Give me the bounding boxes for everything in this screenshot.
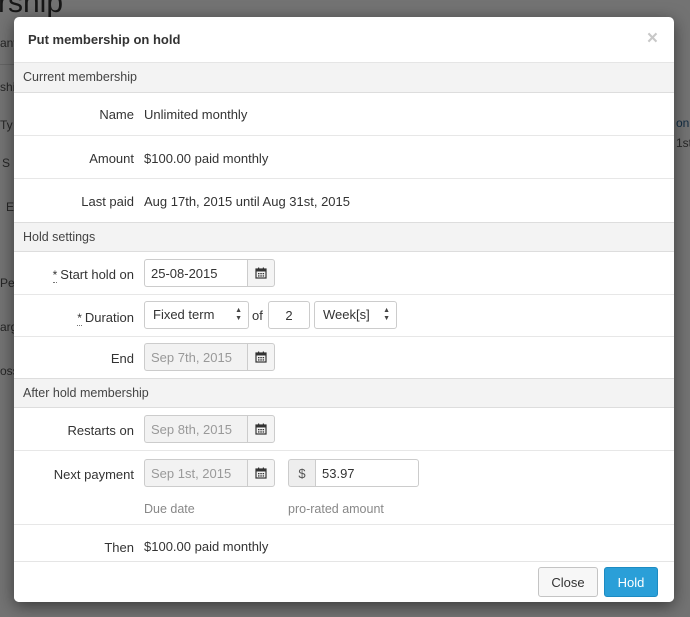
calendar-icon — [255, 351, 267, 363]
last-paid-label: Last paid — [81, 194, 134, 209]
end-label: End — [110, 351, 134, 366]
row-name: Name Unlimited monthly — [14, 93, 674, 136]
required-marker: * — [77, 311, 82, 326]
restarts-date-input[interactable] — [144, 415, 247, 443]
duration-label: * Duration — [77, 310, 134, 326]
modal-header: Put membership on hold × — [14, 17, 674, 63]
end-date-group — [144, 343, 275, 371]
start-hold-label-text: Start hold on — [60, 267, 134, 282]
prorated-amount-input[interactable] — [315, 459, 419, 487]
calendar-icon — [255, 467, 267, 479]
next-payment-label: Next payment — [53, 467, 134, 482]
prorated-amount-group: $ — [288, 459, 419, 487]
section-current-membership: Current membership — [14, 63, 674, 93]
close-button[interactable]: Close — [538, 567, 598, 597]
section-hold-settings: Hold settings — [14, 222, 674, 252]
modal-footer: Close Hold — [14, 561, 674, 602]
next-payment-calendar-button[interactable] — [247, 459, 275, 487]
name-value: Unlimited monthly — [144, 107, 248, 122]
select-arrows-icon: ▲ ▼ — [383, 307, 390, 322]
hold-button[interactable]: Hold — [604, 567, 658, 597]
prorated-help: pro-rated amount — [288, 502, 384, 516]
select-arrows-icon: ▲ ▼ — [235, 307, 242, 322]
end-date-input[interactable] — [144, 343, 247, 371]
row-start-hold: * Start hold on — [14, 252, 674, 295]
calendar-icon — [255, 423, 267, 435]
row-duration: *Duration Fixed term ▲▼ of Week[s] ▲▼ — [14, 295, 674, 337]
row-restarts: Restarts on — [14, 408, 674, 451]
modal-body: Current membership Name Unlimited monthl… — [14, 63, 674, 561]
duration-type-value: Fixed term — [153, 307, 215, 322]
close-icon[interactable]: × — [647, 29, 658, 48]
currency-addon: $ — [288, 459, 315, 487]
of-text: of — [252, 308, 263, 323]
row-next-payment: Next payment $ Due date pro-rated amount — [14, 451, 674, 525]
restarts-label: Restarts on — [67, 423, 134, 438]
duration-unit-value: Week[s] — [323, 307, 370, 322]
hold-membership-modal: Put membership on hold × Current members… — [14, 17, 674, 602]
required-marker: * — [52, 268, 58, 283]
duration-unit-select[interactable]: Week[s] ▲ ▼ — [314, 301, 397, 329]
row-last-paid: Last paid Aug 17th, 2015 until Aug 31st,… — [14, 179, 674, 222]
row-end: End — [14, 337, 674, 378]
then-label: Then — [104, 540, 134, 555]
duration-count-input[interactable] — [268, 301, 310, 329]
row-then: Then $100.00 paid monthly — [14, 525, 674, 561]
modal-title: Put membership on hold — [28, 32, 181, 47]
row-amount: Amount $100.00 paid monthly — [14, 136, 674, 179]
start-hold-label: * Start hold on — [52, 267, 134, 283]
duration-label-text: Duration — [84, 310, 134, 325]
duration-type-select[interactable]: Fixed term ▲ ▼ — [144, 301, 249, 329]
start-hold-input[interactable] — [144, 259, 247, 287]
section-after-hold: After hold membership — [14, 378, 674, 408]
restarts-calendar-button[interactable] — [247, 415, 275, 443]
end-calendar-button[interactable] — [247, 343, 275, 371]
next-payment-date-group — [144, 459, 275, 487]
next-payment-date-input[interactable] — [144, 459, 247, 487]
due-date-help: Due date — [144, 502, 195, 516]
amount-label: Amount — [89, 151, 134, 166]
restarts-date-group — [144, 415, 275, 443]
start-hold-calendar-button[interactable] — [247, 259, 275, 287]
calendar-icon — [255, 267, 267, 279]
amount-value: $100.00 paid monthly — [144, 151, 269, 166]
start-hold-date-group — [144, 259, 275, 287]
then-value: $100.00 paid monthly — [144, 539, 269, 554]
last-paid-value: Aug 17th, 2015 until Aug 31st, 2015 — [144, 194, 351, 209]
name-label: Name — [99, 107, 134, 122]
